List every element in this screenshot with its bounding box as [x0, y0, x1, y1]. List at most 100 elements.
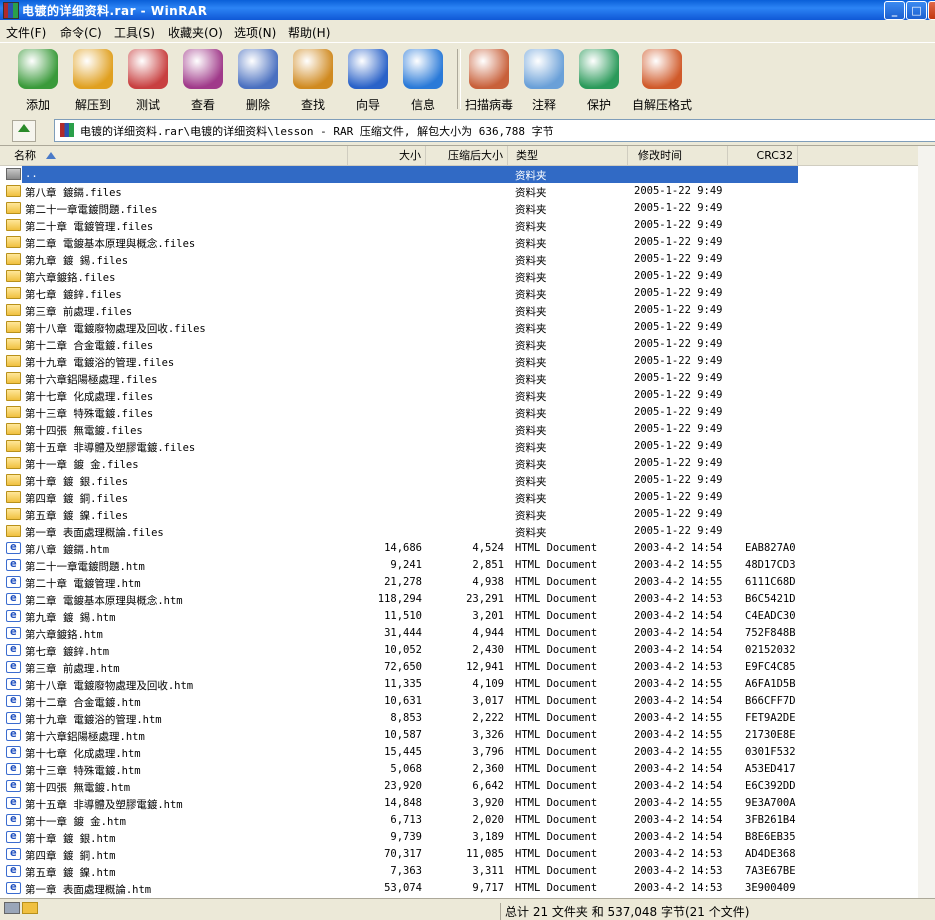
test-button[interactable]: 测试 [121, 45, 175, 113]
file-row[interactable]: 第五章 鍍 鎳.htm 7,363 3,311 HTML Document 2003-4… [0, 863, 935, 880]
file-row[interactable]: 第十三章 特殊電鍍.files 资料夹 2005-1-22 9:49 [0, 404, 935, 421]
file-row[interactable]: 第十一章 鍍 金.htm 6,713 2,020 HTML Document 2003-… [0, 812, 935, 829]
file-row[interactable]: 第八章 鍍鎘.htm 14,686 4,524 HTML Document 2003-4… [0, 540, 935, 557]
cell-type: HTML Document [515, 576, 598, 588]
column-packed-header[interactable]: 压缩后大小 [426, 146, 508, 165]
cell-modified: 2005-1-22 9:49 [634, 321, 723, 333]
file-row[interactable]: 第一章 表面處理概論.files 资料夹 2005-1-22 9:49 [0, 523, 935, 540]
folder-icon [6, 185, 21, 197]
file-row[interactable]: 第十五章 非導體及塑膠電鍍.htm 14,848 3,920 HTML Documen… [0, 795, 935, 812]
file-row[interactable]: 第十一章 鍍 金.files 资料夹 2005-1-22 9:49 [0, 455, 935, 472]
cell-modified: 2005-1-22 9:49 [634, 389, 723, 401]
minimize-button[interactable]: _ [884, 1, 905, 20]
html-document-icon [6, 642, 21, 656]
cell-packed: 2,360 [472, 763, 504, 775]
comment-button[interactable]: 注释 [517, 45, 571, 113]
file-row[interactable]: 第十九章 電鍍浴的管理.htm 8,853 2,222 HTML Document 20… [0, 710, 935, 727]
html-document-icon [6, 812, 21, 826]
drive-icon[interactable] [4, 902, 20, 914]
file-row[interactable]: 第二十章 電鍍管理.files 资料夹 2005-1-22 9:49 [0, 217, 935, 234]
file-row[interactable]: 第十七章 化成處理.htm 15,445 3,796 HTML Document 200… [0, 744, 935, 761]
find-icon [293, 49, 333, 89]
cell-crc: 21730E8E [745, 729, 796, 741]
vertical-scrollbar[interactable] [918, 146, 935, 898]
file-row[interactable]: 第四章 鍍 銅.files 资料夹 2005-1-22 9:49 [0, 489, 935, 506]
file-row[interactable]: 第二十一章電鍍問題.files 资料夹 2005-1-22 9:49 [0, 200, 935, 217]
menu-item-1[interactable]: 命令(C) [60, 24, 102, 41]
file-row[interactable]: 第四章 鍍 銅.htm 70,317 11,085 HTML Document 2003… [0, 846, 935, 863]
cell-modified: 2003-4-2 14:54 [634, 814, 723, 826]
menu-item-4[interactable]: 选项(N) [234, 24, 276, 41]
protect-button[interactable]: 保护 [572, 45, 626, 113]
file-row[interactable]: 第二十章 電鍍管理.htm 21,278 4,938 HTML Document 200… [0, 574, 935, 591]
cell-name: 第十六章鋁陽極處理.files [25, 374, 158, 386]
file-row[interactable]: 第十九章 電鍍浴的管理.files 资料夹 2005-1-22 9:49 [0, 353, 935, 370]
menu-item-2[interactable]: 工具(S) [114, 24, 155, 41]
file-row[interactable]: 第五章 鍍 鎳.files 资料夹 2005-1-22 9:49 [0, 506, 935, 523]
file-row[interactable]: 第十章 鍍 銀.files 资料夹 2005-1-22 9:49 [0, 472, 935, 489]
file-row[interactable]: 第十二章 合金電鍍.files 资料夹 2005-1-22 9:49 [0, 336, 935, 353]
file-row[interactable]: 第十二章 合金電鍍.htm 10,631 3,017 HTML Document 200… [0, 693, 935, 710]
column-size-header[interactable]: 大小 [348, 146, 426, 165]
file-row[interactable]: 第九章 鍍 錫.htm 11,510 3,201 HTML Document 2003-… [0, 608, 935, 625]
info-icon [403, 49, 443, 89]
folder-icon [6, 491, 21, 503]
file-row[interactable]: 第二章 電鍍基本原理與概念.files 资料夹 2005-1-22 9:49 [0, 234, 935, 251]
view-button[interactable]: 查看 [176, 45, 230, 113]
info-button[interactable]: 信息 [396, 45, 450, 113]
file-row[interactable]: 第十六章鋁陽極處理.files 资料夹 2005-1-22 9:49 [0, 370, 935, 387]
file-row[interactable]: 第二章 電鍍基本原理與概念.htm 118,294 23,291 HTML Docum… [0, 591, 935, 608]
find-button[interactable]: 查找 [286, 45, 340, 113]
file-row[interactable]: 第十八章 電鍍廢物處理及回收.htm 11,335 4,109 HTML Docume… [0, 676, 935, 693]
wizard-button[interactable]: 向导 [341, 45, 395, 113]
winrar-app-icon[interactable] [3, 2, 19, 19]
maximize-button[interactable]: □ [906, 1, 927, 20]
file-row[interactable]: 第二十一章電鍍問題.htm 9,241 2,851 HTML Document 2003… [0, 557, 935, 574]
virus-scan-button[interactable]: 扫描病毒 [462, 45, 516, 113]
file-row[interactable]: 第十四張 無電鍍.htm 23,920 6,642 HTML Document 2003… [0, 778, 935, 795]
menu-item-5[interactable]: 帮助(H) [288, 24, 330, 41]
column-crc-header[interactable]: CRC32 [728, 146, 798, 165]
cell-crc: 0301F532 [745, 746, 796, 758]
file-row[interactable]: 第十五章 非導體及塑膠電鍍.files 资料夹 2005-1-22 9:49 [0, 438, 935, 455]
cell-packed: 3,796 [472, 746, 504, 758]
file-row[interactable]: 第十六章鋁陽極處理.htm 10,587 3,326 HTML Document 200… [0, 727, 935, 744]
file-row[interactable]: 第六章鍍鉻.files 资料夹 2005-1-22 9:49 [0, 268, 935, 285]
menu-item-3[interactable]: 收藏夹(O) [168, 24, 223, 41]
close-button[interactable] [928, 1, 935, 20]
delete-button[interactable]: 删除 [231, 45, 285, 113]
column-name-header[interactable]: 名称 [0, 146, 348, 165]
address-field[interactable]: 电镀的详细资料.rar\电镀的详细资料\lesson - RAR 压缩文件, 解… [54, 119, 935, 142]
sfx-button[interactable]: 自解压格式 [627, 45, 697, 113]
key-icon[interactable] [22, 902, 38, 914]
up-folder-button[interactable] [12, 120, 36, 142]
file-row[interactable]: 第八章 鍍鎘.files 资料夹 2005-1-22 9:49 [0, 183, 935, 200]
cell-type: HTML Document [515, 559, 598, 571]
file-list[interactable]: 名称 大小 压缩后大小 类型 修改时间 CRC32 .. 资料夹 第八章 鍍鎘.fi… [0, 146, 935, 898]
add-button[interactable]: 添加 [11, 45, 65, 113]
extract-to-button[interactable]: 解压到 [66, 45, 120, 113]
menu-item-0[interactable]: 文件(F) [6, 24, 46, 41]
file-row[interactable]: 第九章 鍍 錫.files 资料夹 2005-1-22 9:49 [0, 251, 935, 268]
file-row[interactable]: 第三章 前處理.htm 72,650 12,941 HTML Document 2003… [0, 659, 935, 676]
file-row[interactable]: 第一章 表面處理概論.htm 53,074 9,717 HTML Document 20… [0, 880, 935, 897]
column-modified-header[interactable]: 修改时间 [628, 146, 728, 165]
file-row[interactable]: 第十七章 化成處理.files 资料夹 2005-1-22 9:49 [0, 387, 935, 404]
file-row[interactable]: 第十四張 無電鍍.files 资料夹 2005-1-22 9:49 [0, 421, 935, 438]
column-type-header[interactable]: 类型 [508, 146, 628, 165]
cell-crc: 3FB261B4 [745, 814, 796, 826]
file-row[interactable]: 第十八章 電鍍廢物處理及回收.files 资料夹 2005-1-22 9:49 [0, 319, 935, 336]
file-row[interactable]: 第三章 前處理.files 资料夹 2005-1-22 9:49 [0, 302, 935, 319]
file-row[interactable]: 第十三章 特殊電鍍.htm 5,068 2,360 HTML Document 2003… [0, 761, 935, 778]
toolbar-label: 自解压格式 [631, 98, 692, 112]
cell-modified: 2005-1-22 9:49 [634, 219, 723, 231]
file-row[interactable]: 第六章鍍鉻.htm 31,444 4,944 HTML Document 2003-4-… [0, 625, 935, 642]
cell-type: 资料夹 [515, 238, 547, 250]
file-row[interactable]: 第七章 鍍鋅.htm 10,052 2,430 HTML Document 2003-4… [0, 642, 935, 659]
file-row[interactable]: 第七章 鍍鋅.files 资料夹 2005-1-22 9:49 [0, 285, 935, 302]
file-row[interactable]: .. 资料夹 [0, 166, 935, 183]
file-row[interactable]: 第十章 鍍 銀.htm 9,739 3,189 HTML Document 2003-4… [0, 829, 935, 846]
cell-modified: 2005-1-22 9:49 [634, 185, 723, 197]
cell-size: 21,278 [384, 576, 422, 588]
cell-type: 资料夹 [515, 272, 547, 284]
